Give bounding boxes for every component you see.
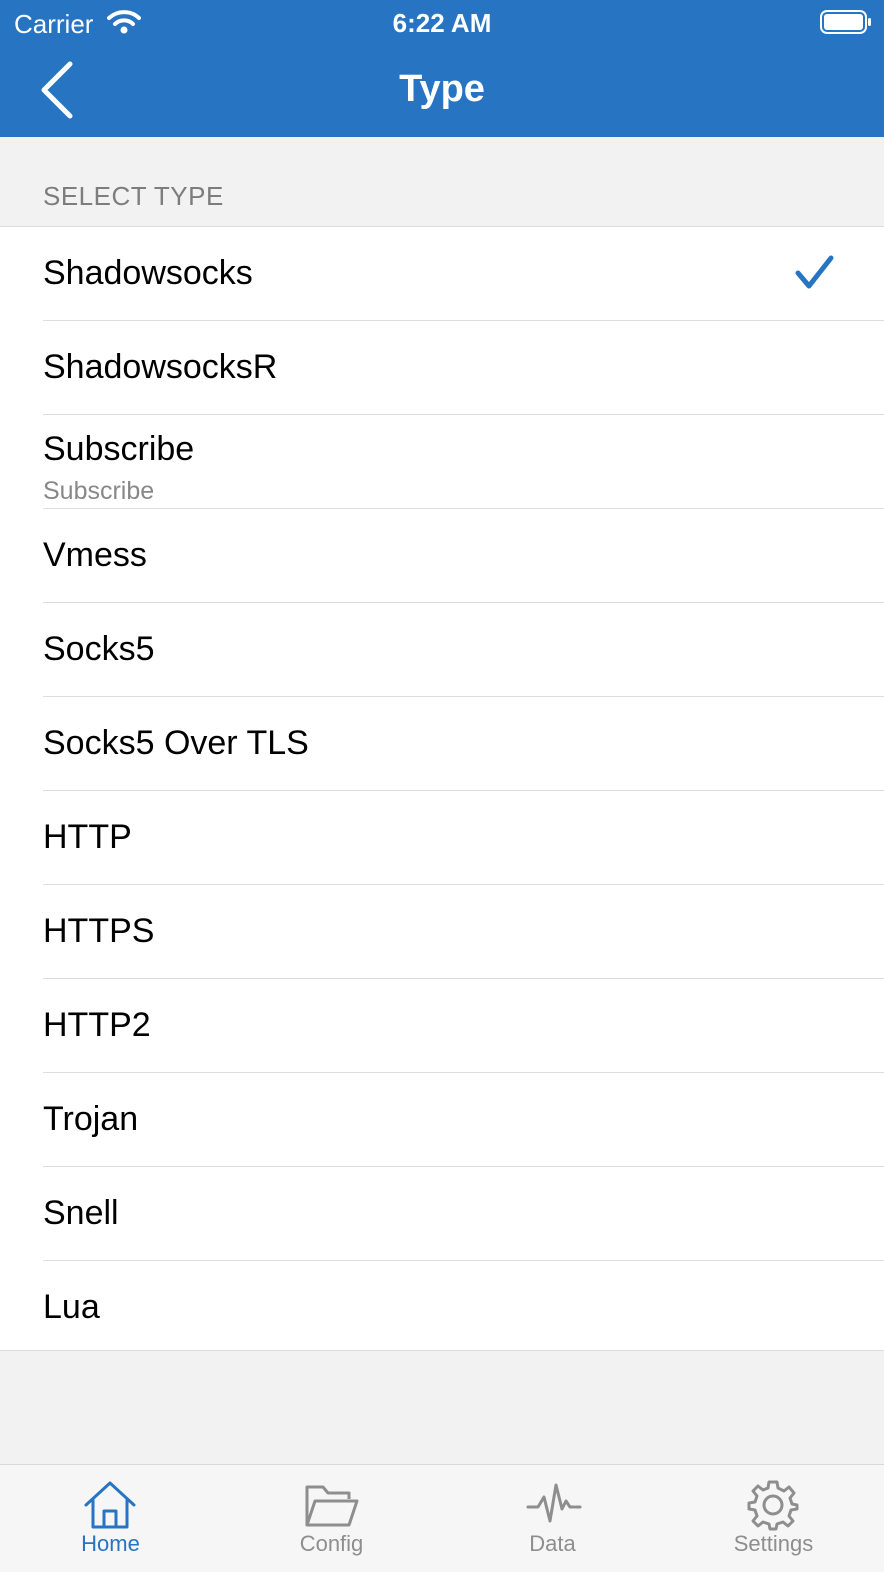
type-row-shadowsocksr[interactable]: ShadowsocksR xyxy=(0,321,884,415)
tab-config[interactable]: Config xyxy=(221,1465,442,1572)
type-label: Socks5 xyxy=(43,630,155,668)
type-list: Shadowsocks ShadowsocksR Subscribe Subsc… xyxy=(0,226,884,1351)
tab-label: Config xyxy=(299,1531,364,1556)
tab-label: Settings xyxy=(733,1531,814,1556)
type-label: HTTPS xyxy=(43,912,155,950)
type-row-trojan[interactable]: Trojan xyxy=(0,1073,884,1167)
tab-label: Home xyxy=(81,1531,140,1556)
type-label: Lua xyxy=(43,1288,100,1326)
type-row-https[interactable]: HTTPS xyxy=(0,885,884,979)
type-row-http2[interactable]: HTTP2 xyxy=(0,979,884,1073)
type-label: Shadowsocks xyxy=(43,254,253,292)
activity-icon xyxy=(526,1483,582,1523)
type-label: Vmess xyxy=(43,536,147,574)
tab-data[interactable]: Data xyxy=(442,1465,663,1572)
status-bar: Carrier 6:22 AM xyxy=(0,0,884,44)
type-label: HTTP xyxy=(43,818,132,856)
type-row-snell[interactable]: Snell xyxy=(0,1167,884,1261)
battery-icon xyxy=(820,10,871,34)
type-label: ShadowsocksR xyxy=(43,348,278,386)
gear-icon xyxy=(747,1480,799,1531)
type-label: Snell xyxy=(43,1194,119,1232)
section-header: SELECT TYPE xyxy=(43,181,224,211)
tab-bar: Home Config Data Settings xyxy=(0,1464,884,1572)
type-label: Subscribe xyxy=(43,430,195,468)
home-icon xyxy=(84,1481,136,1529)
type-row-socks5[interactable]: Socks5 xyxy=(0,603,884,697)
type-label: Socks5 Over TLS xyxy=(43,724,309,762)
tab-home[interactable]: Home xyxy=(0,1465,221,1572)
checkmark-icon xyxy=(795,255,834,289)
type-row-vmess[interactable]: Vmess xyxy=(0,509,884,603)
tab-settings[interactable]: Settings xyxy=(663,1465,884,1572)
type-row-shadowsocks[interactable]: Shadowsocks xyxy=(0,227,884,321)
type-row-lua[interactable]: Lua xyxy=(0,1261,884,1355)
page-title: Type xyxy=(399,68,485,110)
navigation-bar: Carrier 6:22 AM Type xyxy=(0,0,884,137)
type-subtitle: Subscribe xyxy=(43,477,155,505)
status-time: 6:22 AM xyxy=(392,8,492,38)
type-row-socks5-over-tls[interactable]: Socks5 Over TLS xyxy=(0,697,884,791)
type-label: HTTP2 xyxy=(43,1006,151,1044)
type-row-http[interactable]: HTTP xyxy=(0,791,884,885)
tab-label: Data xyxy=(529,1531,576,1556)
type-label: Trojan xyxy=(43,1100,139,1138)
folder-icon xyxy=(305,1485,359,1527)
type-row-subscribe[interactable]: Subscribe Subscribe xyxy=(0,415,884,509)
